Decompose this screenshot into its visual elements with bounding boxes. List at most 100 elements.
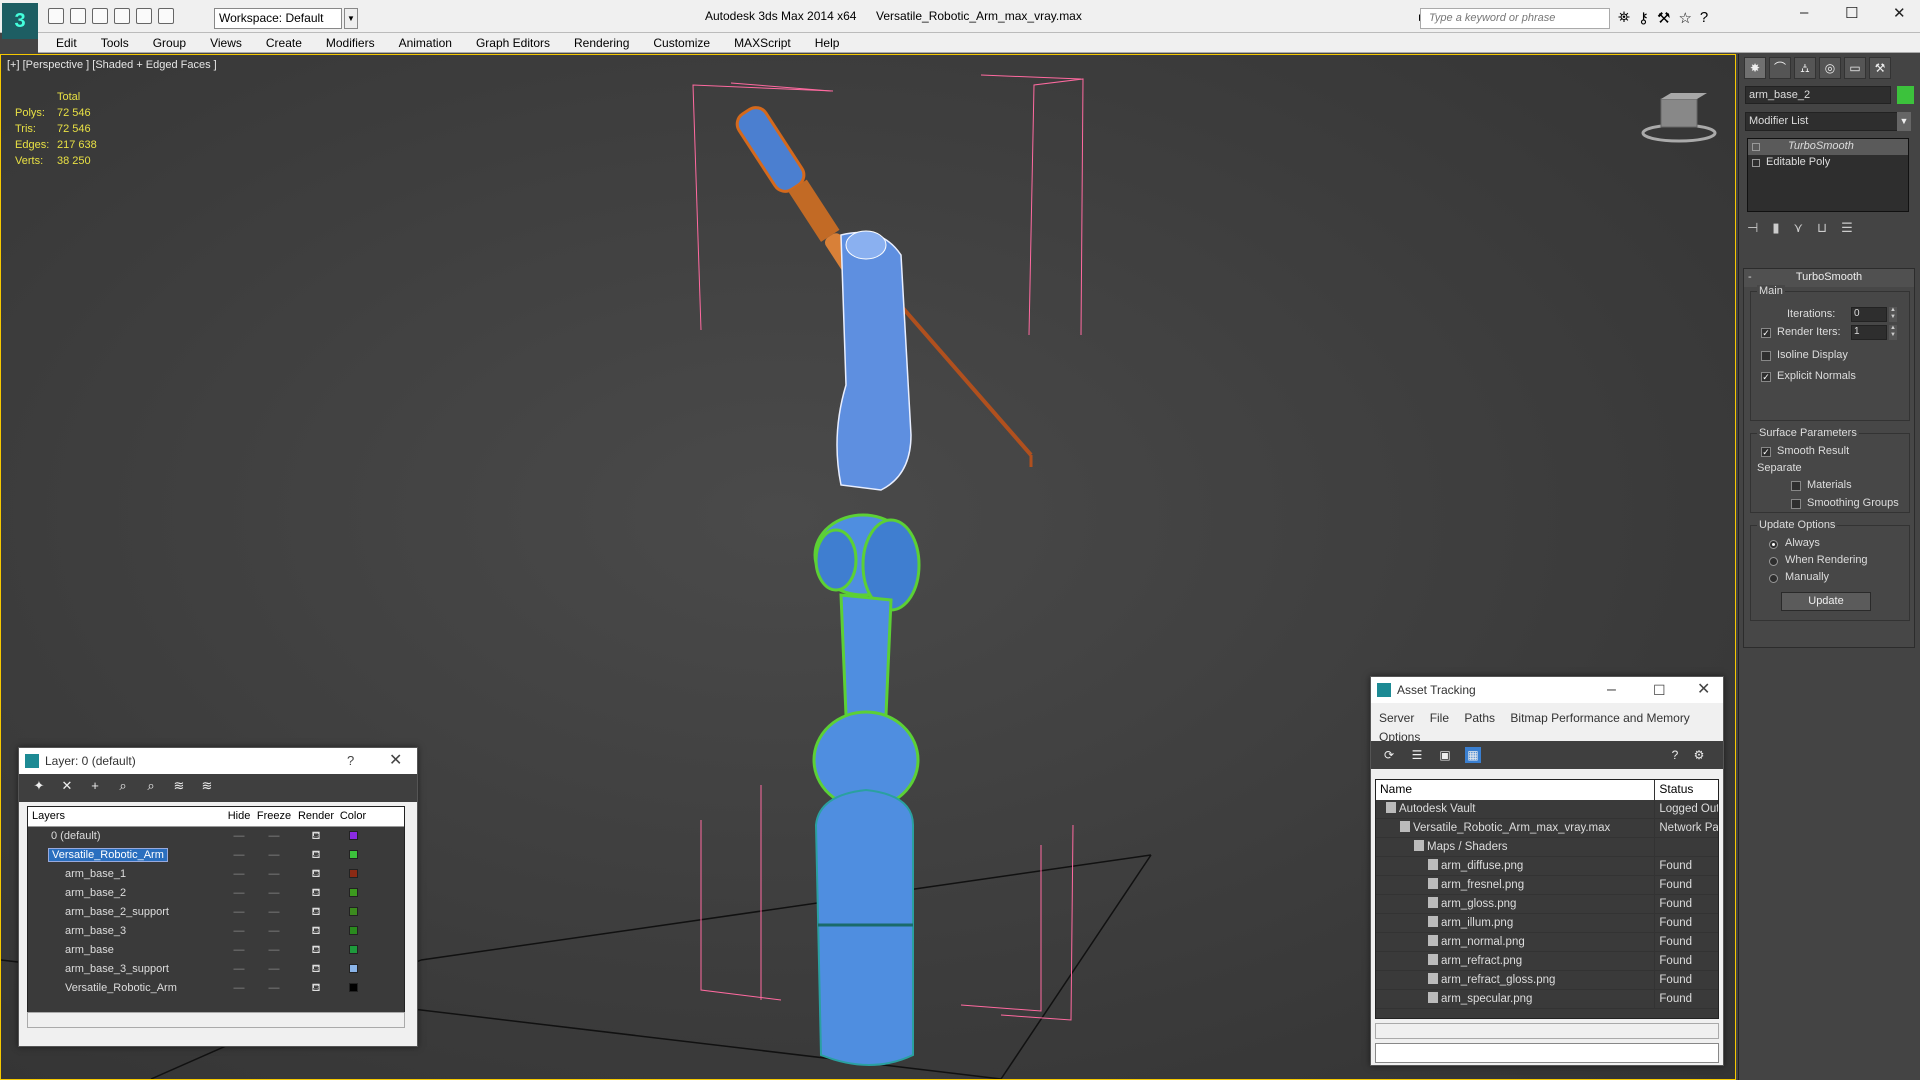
stack-item-turbosmooth[interactable]: TurboSmooth — [1748, 139, 1908, 155]
asset-name-cell[interactable]: Versatile_Robotic_Arm_max_vray.max — [1376, 819, 1654, 837]
render-iters-checkbox[interactable]: ✓ — [1761, 328, 1771, 338]
menu-help[interactable]: Help — [803, 33, 852, 52]
render-teapot-icon[interactable]: ⛾ — [294, 846, 338, 865]
layer-name-cell[interactable]: arm_base — [28, 941, 224, 960]
minimize-button[interactable]: – — [1607, 677, 1616, 703]
freeze-toggle[interactable]: — — [254, 884, 294, 903]
asset-name-cell[interactable]: arm_refract.png — [1376, 952, 1654, 970]
asset-row[interactable]: arm_fresnel.png Found — [1376, 876, 1718, 895]
horizontal-scrollbar[interactable] — [1375, 1023, 1719, 1039]
chevron-down-icon[interactable]: ▼ — [1897, 112, 1911, 131]
layer-name-cell[interactable]: Versatile_Robotic_Arm — [28, 846, 224, 865]
asset-row[interactable]: Autodesk Vault Logged Out — [1376, 800, 1718, 819]
layer-color-swatch[interactable] — [338, 865, 368, 884]
stack-item-editable-poly[interactable]: Editable Poly — [1748, 155, 1908, 171]
asset-row[interactable]: arm_refract.png Found — [1376, 952, 1718, 971]
materials-checkbox[interactable] — [1791, 481, 1801, 491]
horizontal-scrollbar[interactable] — [27, 1012, 405, 1028]
menu-create[interactable]: Create — [254, 33, 314, 52]
app-logo[interactable]: 3 — [2, 3, 38, 39]
layer-name[interactable]: 0 (default) — [48, 830, 104, 842]
search-input[interactable]: Type a keyword or phrase — [1420, 8, 1610, 29]
create-tab-icon[interactable]: ✸ — [1744, 57, 1766, 79]
hide-toggle[interactable]: — — [224, 846, 254, 865]
asset-row[interactable]: arm_illum.png Found — [1376, 914, 1718, 933]
layer-row[interactable]: Versatile_Robotic_Arm — — ⛾ — [28, 846, 404, 865]
maximize-button[interactable]: ☐ — [1845, 4, 1858, 22]
pin-stack-icon[interactable]: ⊣ — [1747, 220, 1758, 236]
color-swatch[interactable] — [348, 831, 358, 840]
layer-row[interactable]: arm_base_2— — ⛾ — [28, 884, 404, 903]
close-button[interactable]: ✕ — [1697, 677, 1710, 703]
render-teapot-icon[interactable]: ⛾ — [294, 941, 338, 960]
table-view-icon[interactable]: ▦ — [1465, 747, 1481, 763]
layer-color-swatch[interactable] — [338, 922, 368, 941]
freeze-toggle[interactable]: — — [254, 865, 294, 884]
spinner-arrows-icon[interactable]: ▲ ▼ — [1889, 307, 1897, 322]
hide-toggle[interactable]: — — [224, 960, 254, 979]
project-folder-icon[interactable] — [158, 8, 174, 24]
settings-icon[interactable]: ⚙ — [1691, 747, 1707, 763]
layer-row[interactable]: 0 (default) — — ⛾ — [28, 827, 404, 846]
tools-icon[interactable]: ⚒ — [1657, 9, 1670, 27]
layer-name-cell[interactable]: arm_base_2 — [28, 884, 224, 903]
color-swatch[interactable] — [348, 983, 358, 992]
render-teapot-icon[interactable]: ⛾ — [294, 979, 338, 998]
render-teapot-icon[interactable]: ⛾ — [294, 884, 338, 903]
maximize-button[interactable]: ☐ — [1653, 677, 1666, 703]
modifier-list-dropdown[interactable]: Modifier List — [1745, 112, 1911, 131]
menu-customize[interactable]: Customize — [641, 33, 722, 52]
open-file-icon[interactable] — [70, 8, 86, 24]
asset-name-cell[interactable]: arm_diffuse.png — [1376, 857, 1654, 875]
hide-toggle[interactable]: — — [224, 979, 254, 998]
display-tab-icon[interactable]: ▭ — [1844, 57, 1866, 79]
when-rendering-radio[interactable] — [1769, 557, 1778, 566]
help-icon[interactable]: ? — [1700, 9, 1708, 27]
hide-toggle[interactable]: — — [224, 827, 254, 846]
always-radio[interactable] — [1769, 540, 1778, 549]
menu-paths[interactable]: Paths — [1464, 711, 1495, 725]
layer-row[interactable]: arm_base_3— — ⛾ — [28, 922, 404, 941]
delete-layer-icon[interactable]: ✕ — [59, 778, 75, 794]
close-button[interactable]: ✕ — [1893, 4, 1906, 22]
freeze-toggle[interactable]: — — [254, 941, 294, 960]
layer-name[interactable]: arm_base_3_support — [62, 963, 172, 975]
layer-row[interactable]: arm_base_3_support — — ⛾ — [28, 960, 404, 979]
undo-icon[interactable] — [114, 8, 130, 24]
layer-color-swatch[interactable] — [338, 979, 368, 998]
menu-group[interactable]: Group — [141, 33, 198, 52]
list-view-icon[interactable]: ☰ — [1409, 747, 1425, 763]
freeze-toggle[interactable]: — — [254, 903, 294, 922]
menu-modifiers[interactable]: Modifiers — [314, 33, 387, 52]
new-file-icon[interactable] — [48, 8, 64, 24]
asset-row[interactable]: arm_gloss.png Found — [1376, 895, 1718, 914]
render-teapot-icon[interactable]: ⛾ — [294, 865, 338, 884]
menu-file[interactable]: File — [1430, 711, 1449, 725]
smooth-result-checkbox[interactable]: ✓ — [1761, 447, 1771, 457]
menu-edit[interactable]: Edit — [44, 33, 89, 52]
layer-row[interactable]: arm_base_2_support — — ⛾ — [28, 903, 404, 922]
menu-bitmap-performance[interactable]: Bitmap Performance and Memory — [1510, 711, 1689, 725]
asset-row[interactable]: arm_diffuse.png Found — [1376, 857, 1718, 876]
color-swatch[interactable] — [348, 888, 358, 897]
menu-rendering[interactable]: Rendering — [562, 33, 641, 52]
layer-name[interactable]: arm_base — [62, 944, 117, 956]
layer-name[interactable]: Versatile_Robotic_Arm — [48, 848, 168, 862]
asset-row[interactable]: Maps / Shaders — [1376, 838, 1718, 857]
close-button[interactable]: ✕ — [389, 748, 402, 774]
layer-color-swatch[interactable] — [338, 846, 368, 865]
layer-color-swatch[interactable] — [338, 827, 368, 846]
asset-name-cell[interactable]: arm_gloss.png — [1376, 895, 1654, 913]
freeze-toggle[interactable]: — — [254, 827, 294, 846]
isoline-checkbox[interactable] — [1761, 351, 1771, 361]
configure-sets-icon[interactable]: ☰ — [1841, 220, 1853, 236]
layer-name-cell[interactable]: arm_base_1 — [28, 865, 224, 884]
color-swatch[interactable] — [348, 964, 358, 973]
hide-toggle[interactable]: — — [224, 903, 254, 922]
color-swatch[interactable] — [348, 869, 358, 878]
menu-views[interactable]: Views — [198, 33, 254, 52]
hide-toggle[interactable]: — — [224, 884, 254, 903]
freeze-toggle[interactable]: — — [254, 922, 294, 941]
chevron-down-icon[interactable]: ▼ — [344, 8, 358, 29]
asset-name-cell[interactable]: arm_illum.png — [1376, 914, 1654, 932]
